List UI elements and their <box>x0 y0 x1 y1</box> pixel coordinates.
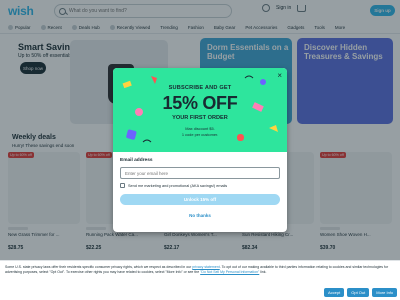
cookie-text: Some U.S. state privacy laws offer their… <box>5 265 193 269</box>
modal-subheading: YOUR FIRST ORDER <box>172 115 228 121</box>
cookie-banner: Some U.S. state privacy laws offer their… <box>0 260 400 300</box>
opt-out-button[interactable]: Opt Out <box>347 288 370 297</box>
cookie-notice: Some U.S. state privacy laws offer their… <box>5 265 393 275</box>
marketing-consent[interactable]: Send me marketing and promotional (AKA s… <box>120 183 227 188</box>
email-field[interactable] <box>120 167 280 179</box>
cookie-text: link. <box>259 270 267 274</box>
modal-fine-print: Max discount $5. 1 code per customer. <box>113 126 287 137</box>
close-icon[interactable]: × <box>277 72 282 80</box>
cookie-actions: Accept Opt Out More Info <box>324 288 398 297</box>
subscribe-modal: × SUBSCRIBE AND GET 15% OFF YOUR FIRST O… <box>113 68 287 232</box>
no-thanks-link[interactable]: No thanks <box>113 213 287 218</box>
do-not-sell-link[interactable]: "Do Not Sell My Personal Information" <box>200 270 259 274</box>
consent-label: Send me marketing and promotional (AKA s… <box>128 183 228 188</box>
fine-print-line: 1 code per customer. <box>181 131 219 137</box>
consent-checkbox[interactable] <box>120 183 125 188</box>
modal-banner: × SUBSCRIBE AND GET 15% OFF YOUR FIRST O… <box>113 68 287 152</box>
privacy-statement-link[interactable]: privacy statement <box>192 265 219 269</box>
accept-button[interactable]: Accept <box>324 288 345 297</box>
modal-heading: SUBSCRIBE AND GET <box>168 85 232 91</box>
more-info-button[interactable]: More Info <box>372 288 398 297</box>
email-label: Email address <box>120 158 153 163</box>
modal-offer: 15% OFF <box>162 93 238 113</box>
unlock-discount-button[interactable]: Unlock 15% off <box>120 194 280 205</box>
